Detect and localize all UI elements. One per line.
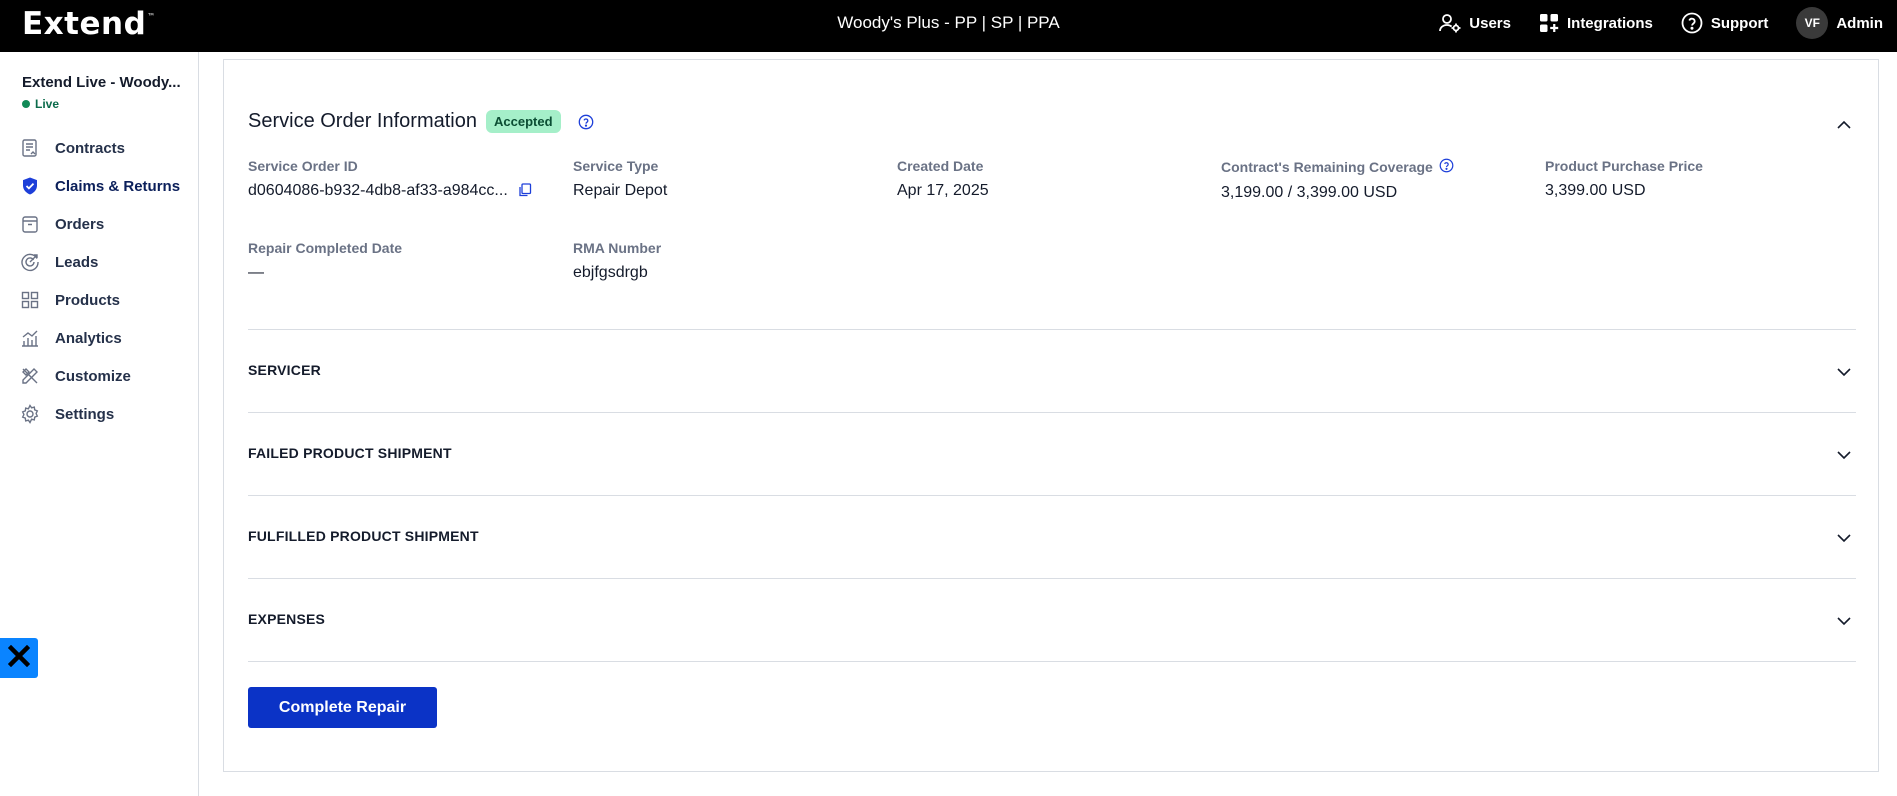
field-label: Product Purchase Price: [1545, 158, 1703, 174]
section-servicer[interactable]: SERVICER: [248, 329, 1856, 412]
grid-icon: [20, 290, 40, 310]
sidebar-item-contracts[interactable]: Contracts: [20, 133, 125, 163]
field-service-type: Service Type Repair Depot: [573, 158, 667, 200]
support-label: Support: [1710, 14, 1769, 32]
complete-repair-button[interactable]: Complete Repair: [248, 687, 437, 728]
chevron-up-icon: [1836, 117, 1852, 135]
sidebar: Extend Live - Woody... Live Contracts Cl…: [0, 52, 199, 796]
field-label: Created Date: [897, 158, 984, 174]
trademark-mark: ™: [147, 12, 156, 21]
chevron-down-icon: [1832, 360, 1856, 384]
top-actions: Users Integrations Support VF Admin: [1439, 0, 1883, 46]
users-link[interactable]: Users: [1439, 13, 1511, 33]
sidebar-item-label: Claims & Returns: [55, 177, 181, 195]
card-header: Service Order Information Accepted: [248, 110, 594, 133]
help-icon[interactable]: [1439, 158, 1454, 176]
extend-x-launcher[interactable]: [0, 638, 38, 678]
status-badge: Accepted: [485, 110, 561, 133]
sidebar-item-products[interactable]: Products: [20, 285, 120, 315]
field-value: 3,399.00 USD: [1545, 182, 1646, 199]
sidebar-item-label: Leads: [55, 253, 99, 271]
field-value: Apr 17, 2025: [897, 182, 989, 199]
user-role: Admin: [1836, 14, 1883, 32]
sidebar-item-orders[interactable]: Orders: [20, 209, 104, 239]
copy-icon[interactable]: [518, 183, 534, 199]
account-menu[interactable]: VF Admin: [1796, 7, 1883, 39]
contract-icon: [20, 138, 40, 158]
sidebar-item-label: Settings: [55, 405, 115, 423]
sidebar-item-label: Contracts: [55, 139, 126, 157]
integrations-link[interactable]: Integrations: [1539, 13, 1653, 33]
users-label: Users: [1469, 14, 1511, 32]
chevron-down-icon: [1832, 443, 1856, 467]
integrations-label: Integrations: [1566, 14, 1653, 32]
service-order-id-value: d0604086-b932-4db8-af33-a984cc...: [248, 182, 508, 199]
sidebar-item-label: Orders: [55, 215, 105, 233]
integrations-icon: [1539, 13, 1559, 33]
field-label: Repair Completed Date: [248, 240, 403, 256]
section-expenses[interactable]: EXPENSES: [248, 578, 1856, 661]
field-value: —: [248, 264, 264, 281]
sidebar-item-customize[interactable]: Customize: [20, 361, 131, 391]
field-remaining-coverage: Contract's Remaining Coverage 3,199.00 /…: [1221, 158, 1454, 202]
sidebar-item-settings[interactable]: Settings: [20, 399, 114, 429]
sidebar-item-label: Analytics: [55, 329, 122, 347]
gear-icon: [20, 404, 40, 424]
field-service-order-id: Service Order ID d0604086-b932-4db8-af33…: [248, 158, 534, 200]
section-title: FAILED PRODUCT SHIPMENT: [248, 445, 452, 461]
page-title: Service Order Information: [248, 110, 477, 132]
help-icon[interactable]: [578, 114, 594, 130]
extend-logo[interactable]: Extend™: [22, 6, 156, 42]
field-rma-number: RMA Number ebjfgsdrgb: [573, 240, 661, 282]
field-value: 3,199.00 / 3,399.00 USD: [1221, 184, 1398, 201]
chevron-down-icon: [1832, 609, 1856, 633]
live-status: Live: [22, 97, 59, 111]
collapse-button[interactable]: [1830, 112, 1858, 140]
section-title: FULFILLED PRODUCT SHIPMENT: [248, 528, 479, 544]
chart-icon: [20, 328, 40, 348]
service-order-card: Service Order Information Accepted Servi…: [223, 59, 1879, 772]
logo-text: Extend: [22, 6, 147, 42]
support-link[interactable]: Support: [1681, 12, 1769, 34]
leads-icon: [20, 252, 40, 272]
field-label: Service Type: [573, 158, 659, 174]
users-icon: [1439, 13, 1461, 33]
bag-icon: [20, 214, 40, 234]
remaining-coverage-label: Contract's Remaining Coverage: [1221, 159, 1433, 175]
sidebar-item-analytics[interactable]: Analytics: [20, 323, 122, 353]
status-label: Live: [35, 97, 60, 111]
field-value: Repair Depot: [573, 182, 668, 199]
chevron-down-icon: [1832, 526, 1856, 550]
field-purchase-price: Product Purchase Price 3,399.00 USD: [1545, 158, 1703, 200]
field-created-date: Created Date Apr 17, 2025: [897, 158, 989, 200]
store-name[interactable]: Extend Live - Woody...: [22, 74, 192, 91]
section-fulfilled-product-shipment[interactable]: FULFILLED PRODUCT SHIPMENT: [248, 495, 1856, 578]
divider: [248, 661, 1856, 662]
extend-x-icon: [7, 644, 31, 672]
field-label: Contract's Remaining Coverage: [1221, 158, 1454, 176]
tools-icon: [20, 366, 40, 386]
section-title: SERVICER: [248, 362, 321, 378]
field-value: d0604086-b932-4db8-af33-a984cc...: [248, 182, 534, 200]
sidebar-item-label: Products: [55, 291, 121, 309]
field-repair-completed-date: Repair Completed Date —: [248, 240, 402, 282]
sidebar-item-leads[interactable]: Leads: [20, 247, 98, 277]
status-dot: [22, 100, 30, 108]
top-bar: Extend™ Woody's Plus - PP | SP | PPA Use…: [0, 0, 1897, 52]
avatar: VF: [1796, 7, 1829, 39]
sidebar-item-claims-returns[interactable]: Claims & Returns: [20, 171, 180, 201]
section-failed-product-shipment[interactable]: FAILED PRODUCT SHIPMENT: [248, 412, 1856, 495]
field-label: Service Order ID: [248, 158, 358, 174]
section-title: EXPENSES: [248, 611, 326, 627]
sidebar-item-label: Customize: [55, 367, 131, 385]
field-value: ebjfgsdrgb: [573, 264, 648, 281]
field-label: RMA Number: [573, 240, 662, 256]
help-circle-icon: [1681, 12, 1703, 34]
shield-check-icon: [20, 176, 40, 196]
